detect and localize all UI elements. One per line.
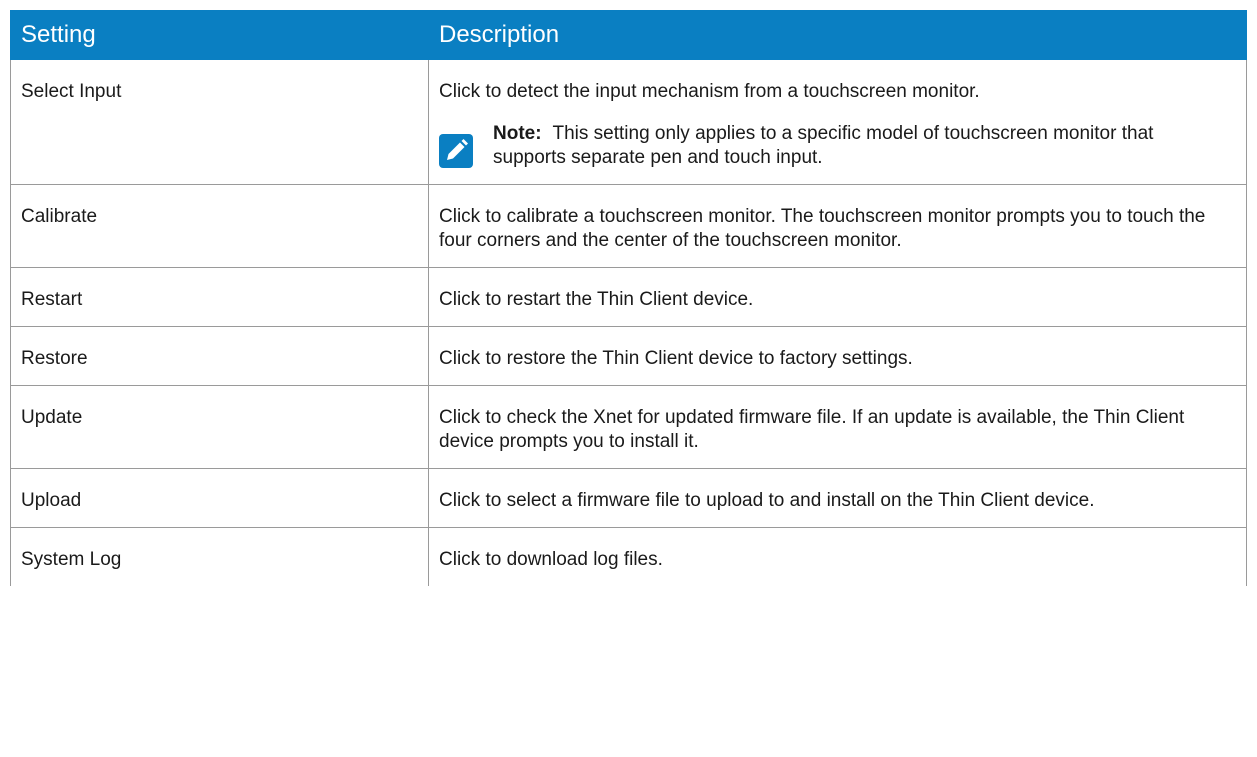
- note-body: This setting only applies to a specific …: [493, 123, 1154, 168]
- table-row: System Log Click to download log files.: [10, 527, 1247, 586]
- description-cell: Click to download log files.: [428, 527, 1247, 586]
- description-cell: Click to restart the Thin Client device.: [428, 267, 1247, 327]
- setting-cell: Upload: [10, 468, 429, 528]
- table-row: Update Click to check the Xnet for updat…: [10, 385, 1247, 469]
- description-cell: Click to detect the input mechanism from…: [428, 59, 1247, 185]
- settings-table: Setting Description Select Input Click t…: [10, 10, 1247, 586]
- table-row: Select Input Click to detect the input m…: [10, 59, 1247, 185]
- description-cell: Click to select a firmware file to uploa…: [428, 468, 1247, 528]
- setting-cell: Restart: [10, 267, 429, 327]
- note-label: Note:: [493, 123, 542, 144]
- table-row: Calibrate Click to calibrate a touchscre…: [10, 184, 1247, 268]
- note-block: Note: This setting only applies to a spe…: [439, 122, 1236, 170]
- description-text: Click to detect the input mechanism from…: [439, 81, 980, 102]
- header-setting: Setting: [10, 10, 429, 60]
- header-row: Setting Description: [10, 10, 1247, 60]
- table-header: Setting Description: [10, 10, 1247, 60]
- description-cell: Click to restore the Thin Client device …: [428, 326, 1247, 386]
- table-row: Restore Click to restore the Thin Client…: [10, 326, 1247, 386]
- note-text: Note: This setting only applies to a spe…: [493, 122, 1236, 170]
- setting-cell: Restore: [10, 326, 429, 386]
- setting-cell: Calibrate: [10, 184, 429, 268]
- setting-cell: Update: [10, 385, 429, 469]
- setting-cell: System Log: [10, 527, 429, 586]
- description-cell: Click to check the Xnet for updated firm…: [428, 385, 1247, 469]
- setting-cell: Select Input: [10, 59, 429, 185]
- table-row: Upload Click to select a firmware file t…: [10, 468, 1247, 528]
- table-body: Select Input Click to detect the input m…: [10, 59, 1247, 586]
- header-description: Description: [428, 10, 1247, 60]
- description-cell: Click to calibrate a touchscreen monitor…: [428, 184, 1247, 268]
- table-row: Restart Click to restart the Thin Client…: [10, 267, 1247, 327]
- pencil-note-icon: [439, 134, 473, 168]
